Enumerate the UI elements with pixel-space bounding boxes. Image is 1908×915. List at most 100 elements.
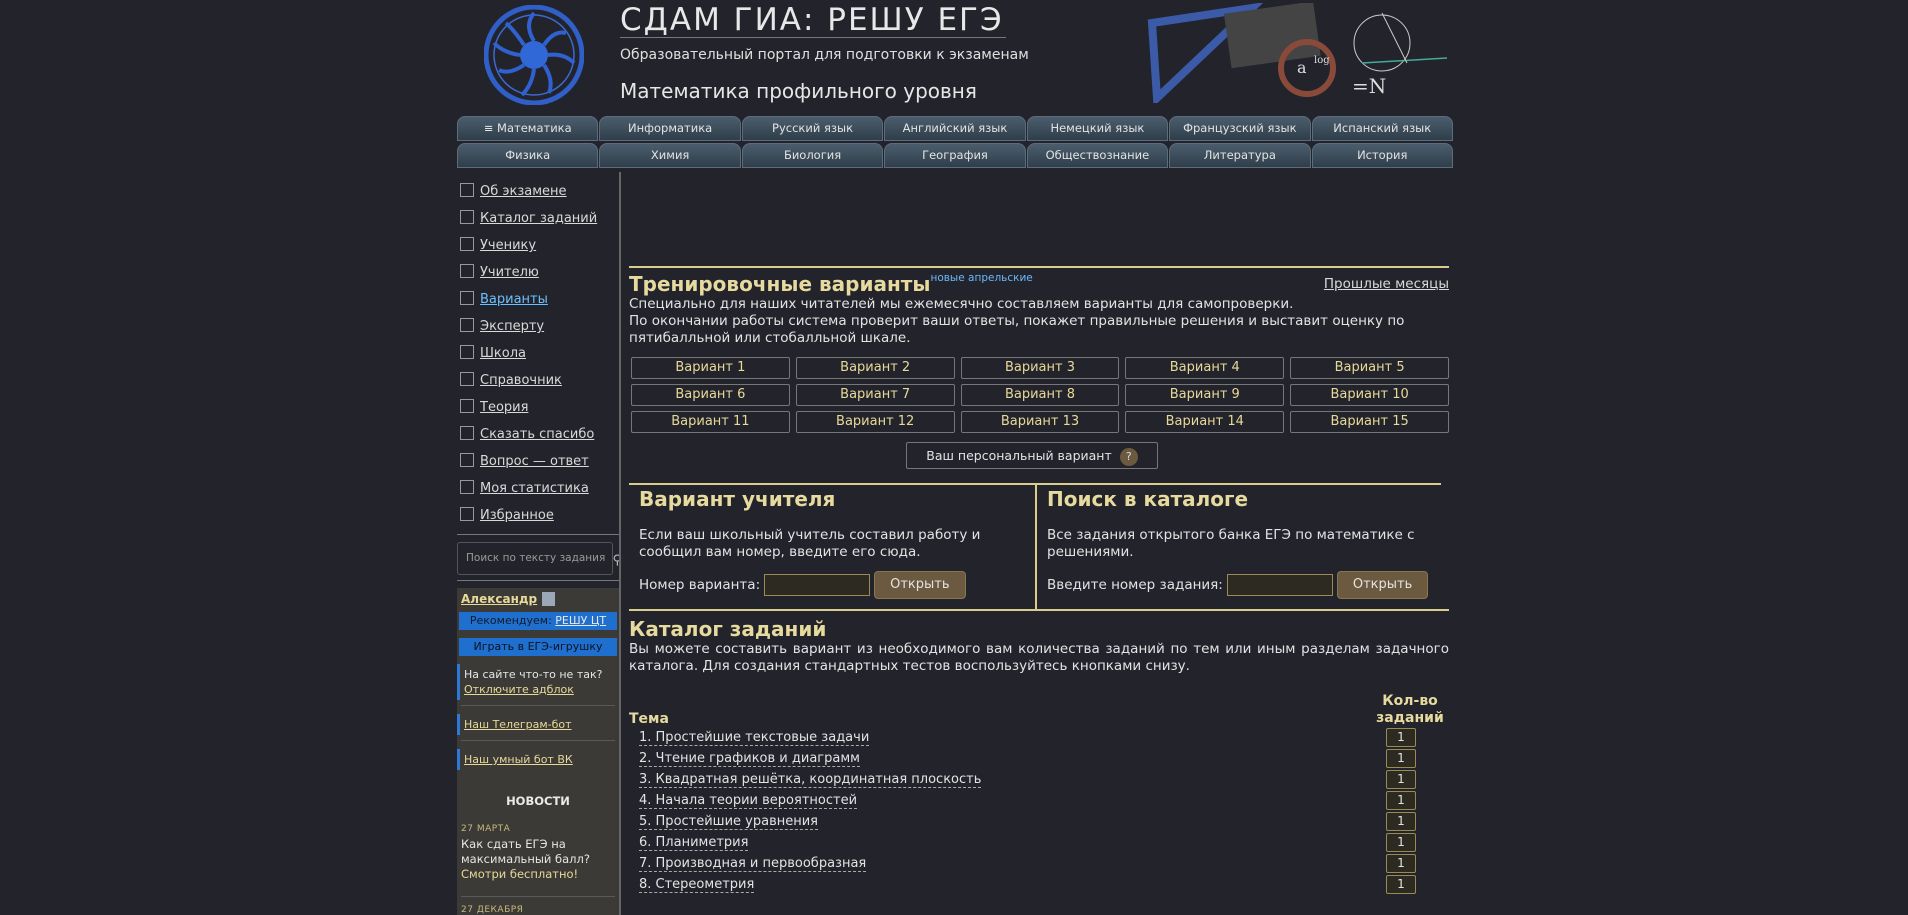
variant-button[interactable]: Вариант 9 [1125, 384, 1285, 406]
topic-count-input[interactable]: 1 [1386, 833, 1416, 852]
subject-tab[interactable]: Физика [457, 143, 599, 168]
topic-count-input[interactable]: 1 [1386, 812, 1416, 831]
sidebar-menu-item[interactable]: Учителю [457, 259, 619, 286]
sidebar-menu-label[interactable]: Вопрос — ответ [480, 454, 589, 469]
subject-tab[interactable]: Биология [741, 143, 884, 168]
variant-button[interactable]: Вариант 13 [960, 411, 1120, 433]
topic-link[interactable]: 5. Простейшие уравнения [639, 814, 818, 830]
sidebar-menu-label[interactable]: Ученику [480, 238, 536, 253]
sidebar-menu-item[interactable]: Избранное [457, 502, 619, 529]
sidebar-menu-item[interactable]: Моя статистика [457, 475, 619, 502]
checkbox-icon[interactable] [460, 317, 474, 332]
sidebar-menu-label[interactable]: Школа [480, 346, 526, 361]
new-variants-tag[interactable]: новые апрельские [930, 272, 1032, 284]
variant-button[interactable]: Вариант 2 [795, 357, 955, 379]
sidebar-menu-label[interactable]: Каталог заданий [480, 211, 597, 226]
topic-count-input[interactable]: 1 [1386, 728, 1416, 747]
sidebar-menu-label[interactable]: Учителю [480, 265, 539, 280]
vk-bot-link[interactable]: Наш умный бот ВК [464, 753, 573, 766]
checkbox-icon[interactable] [460, 182, 474, 197]
sidebar-menu-item[interactable]: Школа [457, 340, 619, 367]
site-logo-icon[interactable] [484, 5, 584, 105]
variant-button[interactable]: Вариант 6 [631, 384, 790, 406]
sidebar-menu-label[interactable]: Моя статистика [480, 481, 589, 496]
sidebar-menu-label[interactable]: Избранное [480, 508, 554, 523]
checkbox-icon[interactable] [460, 209, 474, 224]
recommend-link[interactable]: РЕШУ ЦТ [555, 614, 606, 627]
sidebar-menu-item[interactable]: Справочник [457, 367, 619, 394]
variant-button[interactable]: Вариант 5 [1290, 357, 1449, 379]
username-link[interactable]: Александр [461, 592, 537, 606]
variant-button[interactable]: Вариант 1 [631, 357, 790, 379]
past-months-link[interactable]: Прошлые месяцы [1324, 276, 1449, 292]
topic-link[interactable]: 8. Стереометрия [639, 877, 755, 893]
subject-tab[interactable]: История [1311, 143, 1453, 168]
open-task-button[interactable]: Открыть [1336, 571, 1429, 599]
sidebar-menu-label[interactable]: Варианты [480, 292, 548, 307]
search-input[interactable]: Поиск по тексту задания ⚲ [457, 542, 622, 575]
checkbox-icon[interactable] [460, 290, 474, 305]
subject-tab[interactable]: Немецкий язык [1026, 116, 1169, 141]
sidebar-menu-label[interactable]: Сказать спасибо [480, 427, 594, 442]
checkbox-icon[interactable] [460, 425, 474, 440]
variant-number-input[interactable] [764, 574, 871, 596]
checkbox-icon[interactable] [460, 263, 474, 278]
subject-tab[interactable]: ≡ Математика [457, 116, 599, 141]
sidebar-menu-label[interactable]: Теория [480, 400, 528, 415]
subject-tab[interactable]: Обществознание [1026, 143, 1169, 168]
help-icon[interactable]: ? [1119, 447, 1138, 466]
sidebar-menu-label[interactable]: Об экзамене [480, 184, 567, 199]
topic-link[interactable]: 7. Производная и первообразная [639, 856, 867, 872]
sidebar-menu-item[interactable]: Вопрос — ответ [457, 448, 619, 475]
subject-tab[interactable]: Литература [1169, 143, 1311, 168]
open-variant-button[interactable]: Открыть [874, 571, 966, 599]
sidebar-menu-label[interactable]: Эксперту [480, 319, 544, 334]
variant-button[interactable]: Вариант 14 [1125, 411, 1285, 433]
sidebar-menu-item[interactable]: Теория [457, 394, 619, 421]
variant-button[interactable]: Вариант 10 [1290, 384, 1449, 406]
variant-button[interactable]: Вариант 11 [631, 411, 790, 433]
checkbox-icon[interactable] [460, 236, 474, 251]
variant-button[interactable]: Вариант 15 [1290, 411, 1449, 433]
topic-link[interactable]: 6. Планиметрия [639, 835, 749, 851]
checkbox-icon[interactable] [460, 479, 474, 494]
variant-button[interactable]: Вариант 3 [960, 357, 1120, 379]
checkbox-icon[interactable] [460, 398, 474, 413]
topic-link[interactable]: 3. Квадратная решётка, координатная плос… [639, 772, 982, 788]
sidebar-menu-item[interactable]: Ученику [457, 232, 619, 259]
subject-tab[interactable]: Французский язык [1169, 116, 1311, 141]
sidebar-menu-item[interactable]: Сказать спасибо [457, 421, 619, 448]
subject-tab[interactable]: География [884, 143, 1026, 168]
subject-tab[interactable]: Информатика [599, 116, 741, 141]
topic-count-input[interactable]: 1 [1386, 749, 1416, 768]
site-title[interactable]: СДАМ ГИА: РЕШУ ЕГЭ [620, 3, 1006, 38]
variant-button[interactable]: Вариант 8 [960, 384, 1120, 406]
user-profile-icon[interactable] [542, 592, 556, 606]
checkbox-icon[interactable] [460, 452, 474, 467]
sidebar-menu-item[interactable]: Об экзамене [457, 178, 619, 205]
subject-tab[interactable]: Английский язык [884, 116, 1026, 141]
topic-count-input[interactable]: 1 [1386, 875, 1416, 894]
topic-count-input[interactable]: 1 [1386, 791, 1416, 810]
telegram-bot-link[interactable]: Наш Телеграм-бот [464, 718, 572, 731]
topic-link[interactable]: 4. Начала теории вероятностей [639, 793, 858, 809]
personal-variant-button[interactable]: Ваш персональный вариант? [906, 442, 1158, 469]
topic-link[interactable]: 1. Простейшие текстовые задачи [639, 730, 870, 746]
sidebar-menu-item[interactable]: Каталог заданий [457, 205, 619, 232]
checkbox-icon[interactable] [460, 506, 474, 521]
play-game-button[interactable]: Играть в ЕГЭ-игрушку [459, 638, 617, 656]
sidebar-menu-item[interactable]: Варианты [457, 286, 619, 313]
variant-button[interactable]: Вариант 7 [795, 384, 955, 406]
task-number-input[interactable] [1226, 574, 1333, 596]
topic-count-input[interactable]: 1 [1386, 854, 1416, 873]
checkbox-icon[interactable] [460, 344, 474, 359]
topic-count-input[interactable]: 1 [1386, 770, 1416, 789]
disable-adblock-link[interactable]: Отключите адблок [464, 682, 615, 697]
checkbox-icon[interactable] [460, 371, 474, 386]
topic-link[interactable]: 2. Чтение графиков и диаграмм [639, 751, 860, 767]
subject-tab[interactable]: Испанский язык [1311, 116, 1453, 141]
subject-tab[interactable]: Химия [599, 143, 741, 168]
subject-tab[interactable]: Русский язык [741, 116, 884, 141]
sidebar-menu-label[interactable]: Справочник [480, 373, 562, 388]
variant-button[interactable]: Вариант 4 [1125, 357, 1285, 379]
